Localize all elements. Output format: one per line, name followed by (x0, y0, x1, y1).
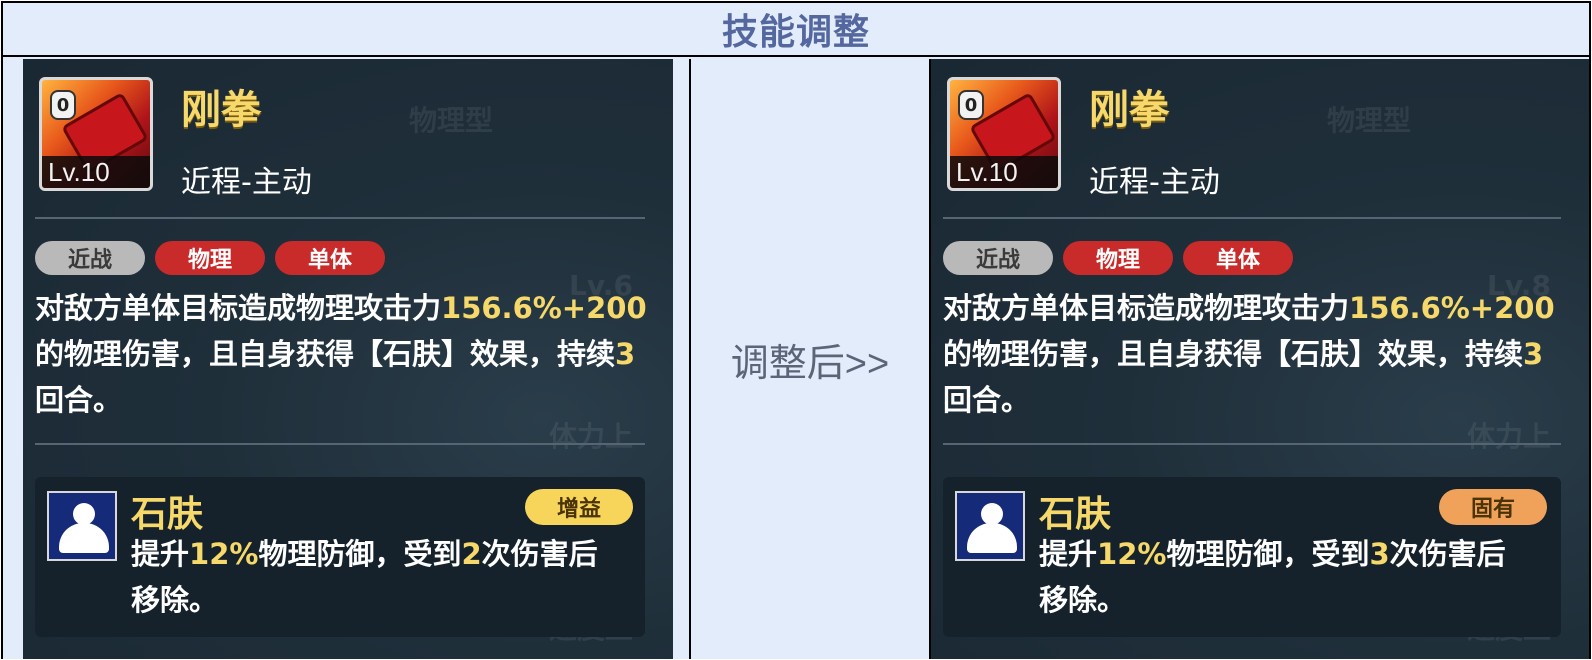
skill-description: 对敌方单体目标造成物理攻击力156.6%+200的物理伤害，且自身获得【石肤】效… (35, 291, 647, 417)
fist-skill-icon[interactable]: 0 Lv.10 (39, 77, 153, 191)
buff-badge: 固有 (1439, 489, 1547, 525)
divider (943, 217, 1561, 219)
divider (35, 217, 645, 219)
table-header: 技能调整 (3, 3, 1589, 57)
bg-text-role: 物理型 (409, 104, 494, 137)
divider (943, 443, 1561, 445)
buff-badge: 增益 (525, 489, 633, 525)
buff-name: 石肤 (131, 494, 204, 535)
buff-card: 石肤 固有 提升12%物理防御，受到3次伤害后移除。 (943, 477, 1561, 637)
skill-level: Lv.10 (42, 156, 150, 188)
after-cell: 物理型 Lv.8 体力上 速度上 0 Lv.10 刚拳 近程-主动 近战 物理 … (931, 59, 1589, 659)
skill-level: Lv.10 (950, 156, 1058, 188)
tag-melee: 近战 (943, 241, 1053, 275)
buff-description: 提升12%物理防御，受到2次伤害后移除。 (131, 537, 598, 617)
comparison-table: 技能调整 物理型 Lv.6 体力上 速度上 0 Lv.10 刚拳 近程-主动 近… (1, 1, 1591, 659)
after-adjustment-label: 调整后>> (730, 342, 890, 385)
buff-card: 石肤 增益 提升12%物理防御，受到2次伤害后移除。 (35, 477, 645, 637)
skill-name: 刚拳 (1089, 87, 1169, 133)
fist-skill-icon[interactable]: 0 Lv.10 (947, 77, 1061, 191)
tag-physical: 物理 (155, 241, 265, 275)
skill-description: 对敌方单体目标造成物理攻击力156.6%+200的物理伤害，且自身获得【石肤】效… (943, 291, 1555, 417)
flexing-muscle-icon (955, 491, 1025, 561)
tag-single: 单体 (1183, 241, 1293, 275)
skill-card-after: 物理型 Lv.8 体力上 速度上 0 Lv.10 刚拳 近程-主动 近战 物理 … (931, 59, 1589, 659)
skill-type: 近程-主动 (181, 165, 312, 200)
page-title: 技能调整 (721, 12, 870, 53)
skill-card-before: 物理型 Lv.6 体力上 速度上 0 Lv.10 刚拳 近程-主动 近战 物理 … (23, 59, 673, 659)
skill-cost: 0 (958, 90, 984, 120)
bg-text-role: 物理型 (1327, 104, 1412, 137)
arrow-cell: 调整后>> (691, 59, 931, 659)
tag-single: 单体 (275, 241, 385, 275)
skill-cost: 0 (50, 90, 76, 120)
tag-melee: 近战 (35, 241, 145, 275)
buff-name: 石肤 (1039, 494, 1112, 535)
before-cell: 物理型 Lv.6 体力上 速度上 0 Lv.10 刚拳 近程-主动 近战 物理 … (3, 59, 691, 659)
divider (35, 443, 645, 445)
skill-name: 刚拳 (181, 87, 261, 133)
tag-physical: 物理 (1063, 241, 1173, 275)
buff-description: 提升12%物理防御，受到3次伤害后移除。 (1039, 537, 1506, 617)
skill-type: 近程-主动 (1089, 165, 1220, 200)
flexing-muscle-icon (47, 491, 117, 561)
